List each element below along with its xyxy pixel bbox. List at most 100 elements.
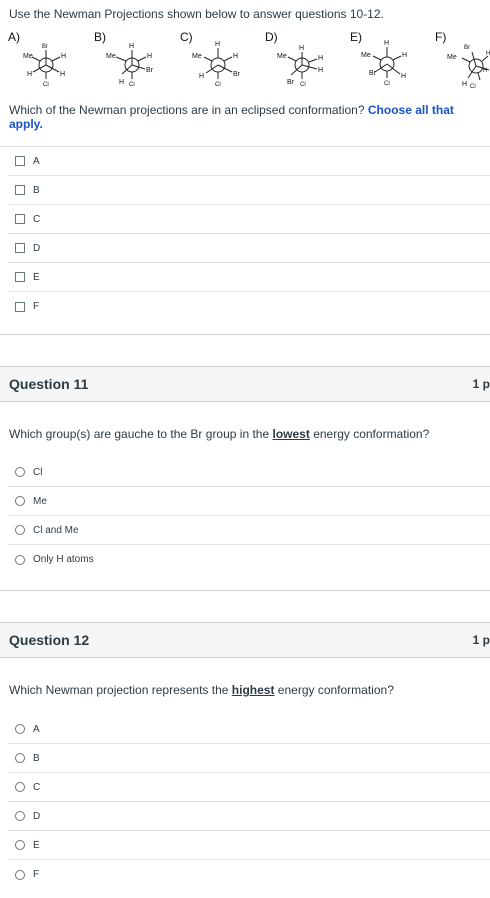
newman-b-front-top: H (129, 43, 134, 50)
newman-e-front-right: H (401, 73, 406, 80)
newman-c-back-right: H (233, 53, 238, 60)
q12-radio-a[interactable] (15, 724, 25, 734)
newman-f-back-left: Me (447, 54, 457, 61)
newman-a-front-top: Br (42, 44, 48, 50)
question-11-prompt-pre: Which group(s) are gauche to the Br grou… (9, 427, 270, 441)
newman-projection-f: F) Br Me H H H Cl (435, 30, 490, 90)
newman-b-back-right: H (147, 53, 152, 60)
q11-option-cl-and-me[interactable]: Cl and Me (8, 516, 490, 545)
newman-d-front-top: H (299, 45, 304, 52)
newman-f-front-right: H (483, 68, 487, 74)
question-11-points: 1 p (472, 377, 490, 391)
q10-checkbox-e[interactable] (15, 272, 25, 282)
q11-option-cl[interactable]: Cl (8, 458, 490, 487)
question-11-prompt: Which group(s) are gauche to the Br grou… (9, 427, 429, 441)
q12-radio-c[interactable] (15, 782, 25, 792)
q12-option-label: D (33, 810, 41, 822)
question-10-prompt: Which of the Newman projections are in a… (9, 103, 490, 131)
question-12-header: Question 12 1 p (0, 622, 490, 658)
newman-c-back-bottom: H (199, 73, 204, 80)
newman-f-front-top: Br (464, 45, 470, 51)
q11-option-only-h[interactable]: Only H atoms (8, 545, 490, 574)
newman-c-front-bottom: Cl (215, 82, 221, 88)
question-12-title: Question 12 (9, 632, 90, 648)
newman-e-front-bottom: Cl (384, 81, 390, 87)
q10-checkbox-a[interactable] (15, 156, 25, 166)
newman-e-back-left: Me (361, 52, 371, 59)
question-10-bottom-divider (0, 334, 490, 335)
q10-option-b[interactable]: B (8, 176, 490, 205)
newman-projection-a: A) Br Me H H H Cl (8, 30, 66, 88)
figure-label-a: A) (8, 30, 20, 44)
question-12-prompt-emphasis: highest (231, 683, 275, 697)
newman-f-back-right: H (486, 51, 490, 57)
question-11-header: Question 11 1 p (0, 366, 490, 402)
q12-option-d[interactable]: D (8, 802, 490, 831)
q12-option-b[interactable]: B (8, 744, 490, 773)
newman-e-front-top: H (384, 40, 389, 47)
question-12-prompt: Which Newman projection represents the h… (9, 683, 394, 697)
newman-projection-e: E) H Me H Br H Cl (350, 30, 407, 87)
q10-option-c[interactable]: C (8, 205, 490, 234)
figure-label-d: D) (265, 30, 278, 44)
q11-option-label: Cl (33, 466, 43, 478)
q11-option-label: Cl and Me (33, 524, 79, 536)
q10-option-label: F (33, 301, 40, 312)
newman-projection-d: D) H Me H H Br Cl (265, 30, 323, 88)
question-10-prompt-text: Which of the Newman projections are in a… (9, 103, 365, 117)
figure-label-f: F) (435, 30, 446, 44)
newman-a-back-bottom: Cl (43, 82, 49, 88)
newman-b-front-bottom: Cl (129, 82, 135, 88)
newman-b-back-left: Me (106, 53, 116, 60)
q10-option-label: B (33, 184, 40, 196)
q10-checkbox-c[interactable] (15, 214, 25, 224)
figure-label-b: B) (94, 30, 106, 44)
question-12-prompt-pre: Which Newman projection represents the (9, 683, 229, 697)
q12-option-a[interactable]: A (8, 715, 490, 744)
question-10-intro: Use the Newman Projections shown below t… (9, 7, 384, 21)
question-11-prompt-emphasis: lowest (272, 427, 310, 441)
newman-c-back-left: Me (192, 53, 202, 60)
q10-option-f[interactable]: F (8, 292, 490, 321)
question-11-bottom-divider (0, 590, 490, 591)
q10-option-e[interactable]: E (8, 263, 490, 292)
q12-radio-b[interactable] (15, 753, 25, 763)
q10-option-d[interactable]: D (8, 234, 490, 263)
question-10-options: A B C D E F (0, 146, 490, 321)
newman-f-front-left: H (462, 81, 467, 88)
q10-checkbox-f[interactable] (15, 301, 25, 312)
question-12-prompt-post: energy conformation? (277, 683, 394, 697)
q12-option-e[interactable]: E (8, 831, 490, 860)
q10-option-label: E (33, 271, 40, 283)
q11-option-me[interactable]: Me (8, 487, 490, 516)
newman-e-back-right: H (402, 52, 407, 59)
q12-option-f[interactable]: F (8, 860, 490, 889)
q12-option-label: B (33, 752, 40, 764)
newman-a-front-right: H (60, 71, 65, 78)
question-12-options: A B C D E F (0, 715, 490, 889)
newman-d-front-bottom: Br (287, 79, 295, 86)
newman-d-back-left: Me (277, 53, 287, 60)
q11-radio-cl-and-me[interactable] (15, 525, 25, 535)
question-11-options: Cl Me Cl and Me Only H atoms (0, 458, 490, 574)
newman-a-back-right: H (61, 53, 66, 60)
newman-c-front-right: Br (233, 71, 241, 78)
newman-projections-svg: A) Br Me H H H Cl B) H Me H Br H Cl C) H… (8, 30, 490, 90)
q10-checkbox-b[interactable] (15, 185, 25, 195)
newman-projection-c: C) H Me H Br H Cl (180, 30, 241, 88)
q11-radio-cl[interactable] (15, 467, 25, 477)
q12-radio-d[interactable] (15, 811, 25, 821)
q10-checkbox-d[interactable] (15, 243, 25, 253)
newman-e-back-bottom: Br (369, 70, 377, 77)
q11-radio-only-h[interactable] (15, 554, 25, 565)
q10-option-a[interactable]: A (8, 147, 490, 176)
q12-option-c[interactable]: C (8, 773, 490, 802)
q11-radio-me[interactable] (15, 496, 25, 506)
q12-radio-f[interactable] (15, 869, 25, 880)
figure-label-e: E) (350, 30, 362, 44)
q10-option-label: A (33, 155, 40, 167)
newman-projections-figure: A) Br Me H H H Cl B) H Me H Br H Cl C) H… (6, 28, 490, 94)
newman-a-front-left: H (27, 71, 32, 78)
q12-option-label: F (33, 869, 40, 880)
q12-radio-e[interactable] (15, 840, 25, 850)
